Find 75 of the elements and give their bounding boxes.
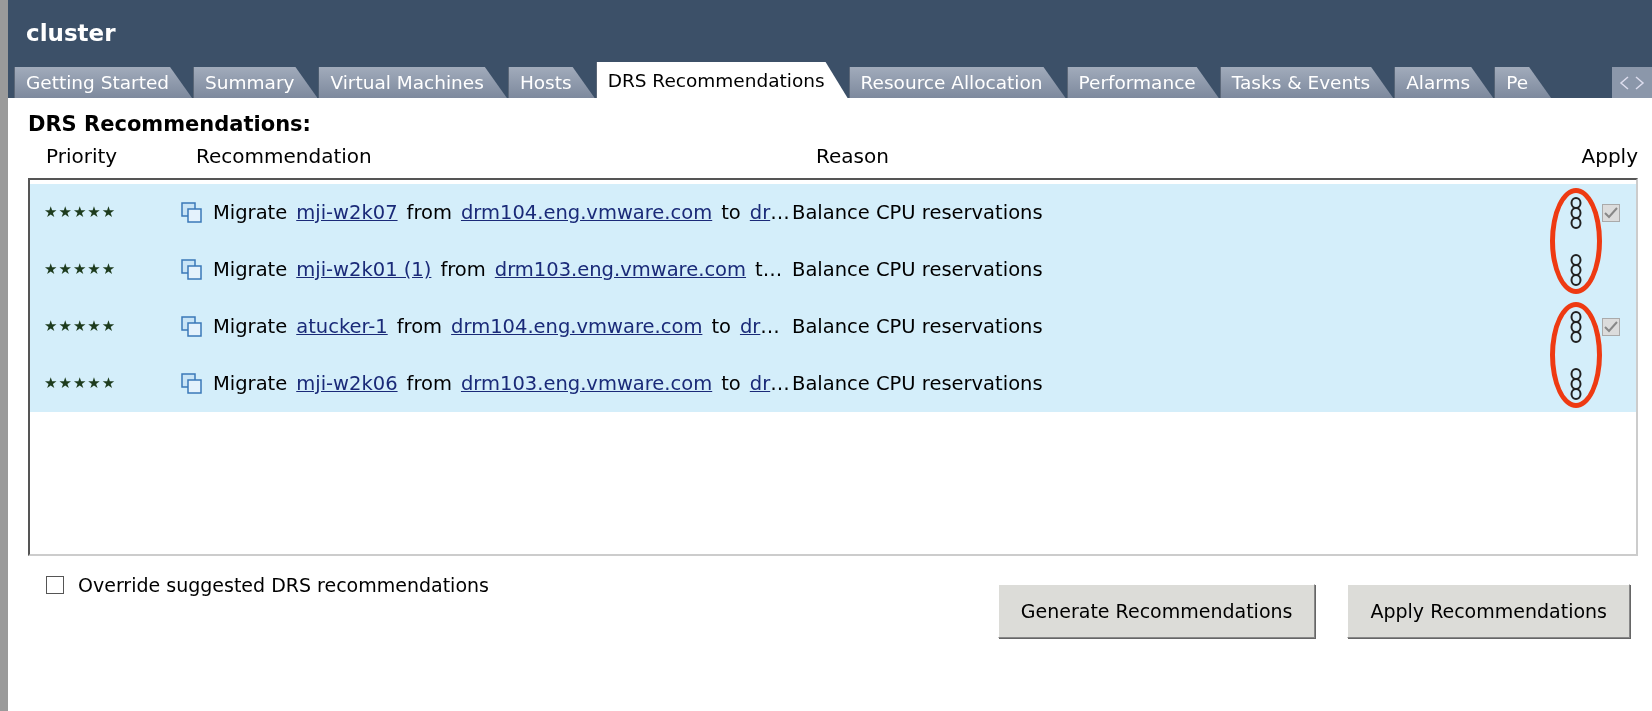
- star-icon: ★: [101, 319, 117, 334]
- section-title: DRS Recommendations:: [28, 112, 312, 136]
- reason-text: Balance CPU reservations: [792, 372, 1044, 395]
- chain-icon: [1570, 367, 1582, 400]
- tab-scroll-arrows[interactable]: [1612, 67, 1652, 98]
- vm-icon: [180, 257, 204, 282]
- star-icon: ★: [87, 376, 102, 391]
- chain-icon: [1570, 310, 1582, 343]
- link[interactable]: mji-w2k07: [296, 201, 398, 224]
- column-header: Reason: [816, 144, 890, 168]
- recommendation-row[interactable]: ★★★★★ Migrate atucker-1 from drm104.eng.vmware.com to dr… Balance CPU reservations: [30, 298, 1636, 355]
- star-icon: ★: [72, 205, 88, 220]
- chain-icon: [1570, 253, 1582, 286]
- recommendation-row[interactable]: ★★★★★ Migrate mji-w2k01 (1) from drm103.eng.vmware.com t… Balance CPU reservations: [30, 241, 1636, 298]
- column-header: Priority: [46, 144, 119, 168]
- star-icon: ★: [87, 205, 102, 220]
- vm-icon: [180, 200, 204, 225]
- star-icon: ★: [58, 319, 73, 334]
- link[interactable]: dr: [749, 372, 771, 395]
- window-title: cluster: [25, 20, 117, 48]
- star-icon: ★: [72, 319, 88, 334]
- star-icon: ★: [58, 376, 73, 391]
- vm-icon: [180, 314, 204, 339]
- recommendation-text: t…: [755, 258, 783, 281]
- recommendation-text: …: [770, 372, 790, 395]
- star-icon: ★: [44, 319, 59, 334]
- recommendation-text: from: [440, 258, 486, 281]
- recommendation-text: from: [406, 372, 452, 395]
- link[interactable]: drm103.eng.vmware.com: [494, 258, 747, 281]
- star-icon: ★: [44, 205, 59, 220]
- recommendation-text: to: [721, 201, 741, 224]
- tab[interactable]: DRS Recommendations: [595, 62, 848, 98]
- star-icon: ★: [58, 262, 73, 277]
- reason-text: Balance CPU reservations: [792, 258, 1044, 281]
- action-button[interactable]: Generate Recommendations: [997, 584, 1316, 638]
- recommendation-text: to: [711, 315, 731, 338]
- link[interactable]: drm104.eng.vmware.com: [460, 201, 713, 224]
- star-icon: ★: [87, 262, 102, 277]
- recommendation-text: Migrate: [213, 372, 288, 395]
- link[interactable]: drm104.eng.vmware.com: [451, 315, 703, 338]
- recommendation-text: from: [396, 315, 443, 338]
- star-icon: ★: [101, 262, 117, 277]
- column-header: Recommendation: [196, 144, 373, 168]
- override-checkbox[interactable]: [46, 576, 64, 594]
- star-icon: ★: [101, 376, 117, 391]
- recommendation-text: to: [721, 372, 741, 395]
- reason-text: Balance CPU reservations: [792, 201, 1044, 224]
- recommendation-row[interactable]: ★★★★★ Migrate mji-w2k06 from drm103.eng.vmware.com to dr…Balance CPU reservations: [30, 355, 1636, 412]
- recommendation-text: from: [406, 201, 452, 224]
- link[interactable]: dr: [739, 315, 761, 338]
- link[interactable]: atucker-1: [296, 315, 388, 338]
- star-icon: ★: [44, 262, 59, 277]
- apply-checkbox[interactable]: [1602, 317, 1620, 336]
- vm-icon: [180, 371, 204, 396]
- star-icon: ★: [58, 205, 73, 220]
- link[interactable]: drm103.eng.vmware.com: [460, 372, 713, 395]
- star-icon: ★: [101, 205, 117, 220]
- apply-checkbox[interactable]: [1602, 203, 1620, 222]
- recommendation-row[interactable]: ★★★★★ Migrate mji-w2k07 from drm104.eng.vmware.com to dr…Balance CPU reservations: [30, 184, 1636, 241]
- star-icon: ★: [44, 376, 59, 391]
- star-icon: ★: [72, 376, 88, 391]
- link[interactable]: mji-w2k01 (1): [296, 258, 432, 281]
- recommendation-text: …: [760, 315, 780, 338]
- chain-icon: [1570, 196, 1582, 229]
- star-icon: ★: [87, 319, 102, 334]
- link[interactable]: dr: [749, 201, 771, 224]
- recommendation-text: Migrate: [213, 315, 288, 338]
- recommendation-text: Migrate: [213, 201, 288, 224]
- reason-text: Balance CPU reservations: [792, 315, 1044, 338]
- recommendation-text: …: [770, 201, 790, 224]
- star-icon: ★: [72, 262, 88, 277]
- column-header: Apply: [1580, 144, 1638, 168]
- link[interactable]: mji-w2k06: [296, 372, 398, 395]
- action-button[interactable]: Apply Recommendations: [1347, 584, 1630, 638]
- recommendation-text: Migrate: [213, 258, 288, 281]
